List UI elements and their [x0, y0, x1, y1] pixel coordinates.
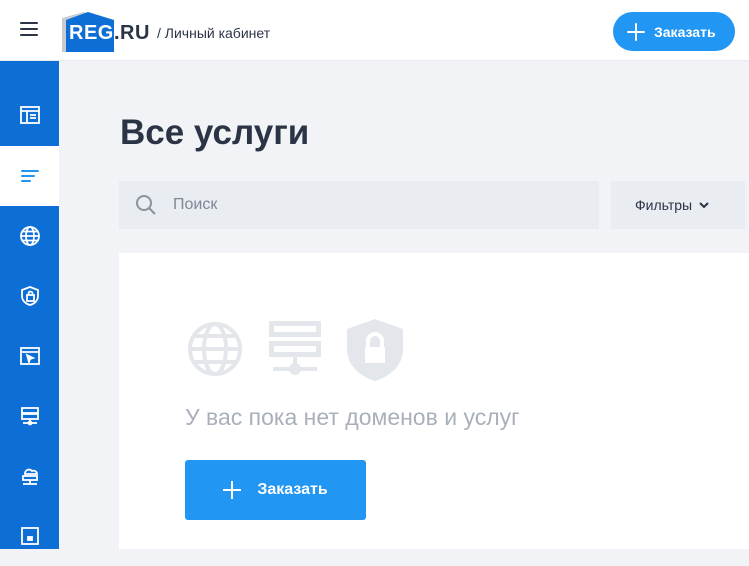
- sidebar-item-servers[interactable]: [0, 386, 59, 446]
- top-bar: REG .RU / Личный кабинет Заказать: [0, 0, 749, 61]
- breadcrumb[interactable]: / Личный кабинет: [157, 25, 270, 41]
- page-title: Все услуги: [120, 113, 310, 152]
- order-button-label: Заказать: [654, 23, 716, 40]
- monitor-icon: [20, 527, 39, 545]
- sidebar-item-domains[interactable]: [0, 206, 59, 266]
- empty-state-text: У вас пока нет доменов и услуг: [185, 404, 520, 430]
- shield-lock-icon: [347, 319, 403, 381]
- sidebar: [0, 61, 59, 549]
- dashboard-icon: [19, 106, 40, 124]
- services-panel: У вас пока нет доменов и услуг Заказать: [119, 253, 749, 549]
- server-icon: [269, 321, 321, 375]
- sidebar-item-cloud[interactable]: [0, 446, 59, 506]
- logo-ru-text: .RU: [114, 22, 150, 44]
- filters-label: Фильтры: [635, 197, 693, 213]
- order-button[interactable]: Заказать: [185, 460, 366, 520]
- plus-icon: [627, 22, 645, 41]
- list-icon: [20, 170, 39, 182]
- search-bar[interactable]: [119, 181, 599, 229]
- hamburger-icon[interactable]: [20, 22, 38, 38]
- sidebar-item-monitor[interactable]: [0, 506, 59, 566]
- window-cursor-icon: [19, 347, 40, 366]
- sidebar-item-ssl[interactable]: [0, 266, 59, 326]
- empty-state-icons: [187, 319, 407, 381]
- globe-icon: [188, 322, 242, 376]
- sidebar-item-hosting[interactable]: [0, 326, 59, 386]
- chevron-down-icon: [699, 202, 709, 209]
- sidebar-item-dashboard[interactable]: [0, 85, 59, 145]
- search-icon: [136, 195, 156, 215]
- logo[interactable]: REG .RU: [62, 12, 152, 52]
- search-input[interactable]: [173, 196, 573, 214]
- globe-icon: [19, 226, 40, 246]
- order-button-header[interactable]: Заказать: [613, 12, 735, 51]
- cloud-server-icon: [21, 468, 38, 485]
- filters-dropdown[interactable]: Фильтры: [611, 181, 745, 229]
- plus-icon: [223, 481, 242, 499]
- logo-reg-text: REG: [69, 22, 114, 44]
- sidebar-item-all-services[interactable]: [0, 146, 59, 206]
- order-button-label: Заказать: [257, 481, 328, 498]
- server-icon: [20, 407, 39, 426]
- shield-lock-icon: [20, 286, 39, 306]
